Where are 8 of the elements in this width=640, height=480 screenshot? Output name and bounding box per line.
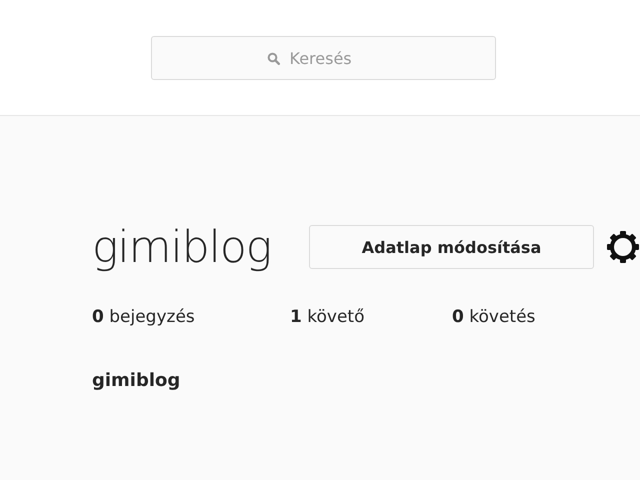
stat-count[interactable]: 0 követés [452,307,536,327]
username: gimiblog [92,222,272,272]
stat-count[interactable]: 0 bejegyzés [92,307,290,327]
stat-count[interactable]: 1 követő [290,307,452,327]
full-name: gimiblog [92,370,182,391]
edit-profile-button[interactable]: Adatlap módosítása [309,225,594,269]
settings-icon[interactable] [606,230,640,264]
search-field[interactable]: Keresés [150,36,496,80]
